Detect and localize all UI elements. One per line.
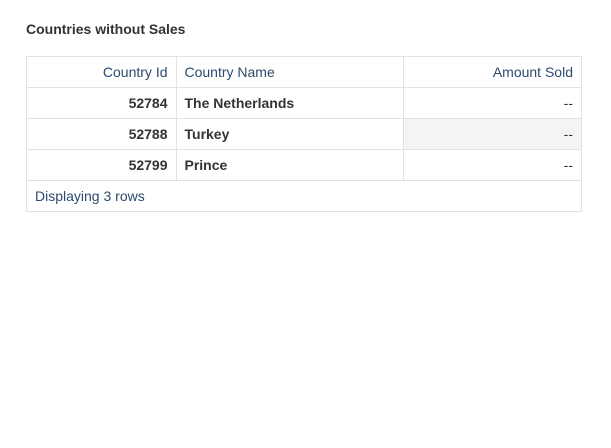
column-header-country-id[interactable]: Country Id [27, 57, 177, 88]
report-title: Countries without Sales [26, 21, 186, 37]
table-row: 52784 The Netherlands -- [27, 87, 581, 119]
column-header-country-name[interactable]: Country Name [176, 57, 404, 88]
row-count-footer: Displaying 3 rows [35, 188, 145, 204]
cell-country-name: Turkey [176, 118, 404, 150]
table-row: 52788 Turkey -- [27, 118, 581, 150]
page: Countries without Sales Country Id Count… [0, 0, 611, 448]
table-row: 52799 Prince -- [27, 149, 581, 181]
table-header-row: Country Id Country Name Amount Sold [27, 57, 581, 88]
report-region: Country Id Country Name Amount Sold 5278… [26, 56, 582, 212]
cell-country-id: 52788 [27, 118, 177, 150]
cell-country-id: 52784 [27, 87, 177, 119]
column-header-amount-sold[interactable]: Amount Sold [403, 57, 581, 88]
cell-amount-sold: -- [403, 87, 581, 119]
countries-table: Country Id Country Name Amount Sold 5278… [27, 57, 581, 181]
cell-country-name: The Netherlands [176, 87, 404, 119]
cell-country-name: Prince [176, 149, 404, 181]
cell-amount-sold: -- [403, 149, 581, 181]
cell-country-id: 52799 [27, 149, 177, 181]
cell-amount-sold: -- [403, 118, 581, 150]
